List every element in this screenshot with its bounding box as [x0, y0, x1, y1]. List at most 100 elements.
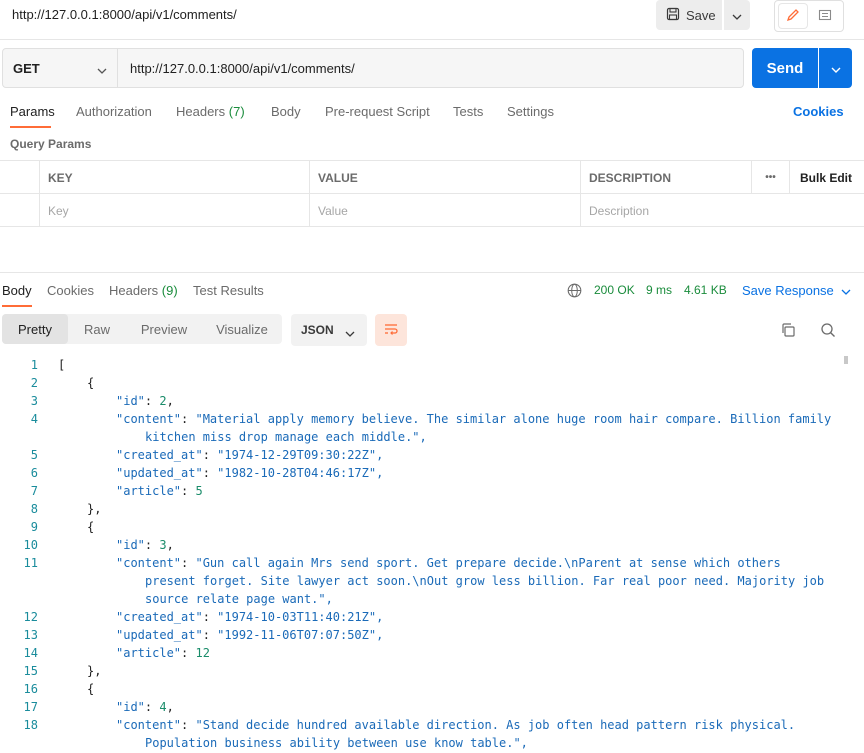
send-dropdown-button[interactable] — [819, 48, 852, 88]
view-raw[interactable]: Raw — [68, 314, 126, 344]
top-bar: http://127.0.0.1:8000/api/v1/comments/ S… — [0, 0, 864, 40]
code-line: "id": 3, — [116, 538, 174, 552]
code-line: "content": "Stand decide hundred availab… — [116, 718, 796, 732]
param-description-input[interactable]: Description — [580, 194, 864, 227]
wrap-lines-button[interactable] — [375, 314, 407, 346]
code-line: "content": "Gun call again Mrs send spor… — [116, 556, 781, 570]
documentation-mode-button[interactable] — [811, 4, 839, 28]
view-preview[interactable]: Preview — [126, 314, 202, 344]
json-string: source relate page want.", — [145, 592, 333, 606]
url-input[interactable] — [118, 49, 743, 87]
tab-headers[interactable]: Headers (7) — [176, 104, 245, 119]
params-table: KEY VALUE DESCRIPTION ••• Bulk Edit Key … — [0, 160, 864, 227]
request-tabs: Params Authorization Headers (7) Body Pr… — [0, 96, 864, 128]
code-line: "content": "Material apply memory believ… — [116, 412, 832, 426]
tab-body[interactable]: Body — [271, 104, 301, 119]
tab-tests[interactable]: Tests — [453, 104, 483, 119]
line-number: 18 — [23, 718, 38, 732]
view-pretty[interactable]: Pretty — [2, 314, 68, 344]
response-tab-cookies[interactable]: Cookies — [47, 283, 94, 298]
format-select[interactable]: JSON — [291, 314, 367, 346]
json-key: "created_at" — [116, 610, 203, 624]
save-dropdown-button[interactable] — [724, 0, 750, 30]
code-line: kitchen miss drop manage each middle.", — [145, 430, 427, 444]
row-checkbox-cell — [0, 194, 39, 227]
more-options-button[interactable]: ••• — [751, 161, 789, 194]
send-button[interactable]: Send — [752, 48, 818, 88]
line-number: 1 — [30, 358, 38, 372]
request-title[interactable]: http://127.0.0.1:8000/api/v1/comments/ — [12, 7, 237, 22]
line-number: 2 — [30, 376, 38, 390]
line-number: 13 — [23, 628, 38, 642]
chevron-down-icon — [837, 283, 851, 298]
query-params-label: Query Params — [10, 137, 92, 151]
line-number: 7 — [30, 484, 38, 498]
active-tab-indicator — [10, 126, 51, 128]
tab-headers-count: (7) — [228, 104, 245, 119]
save-button[interactable]: Save — [656, 0, 722, 30]
code-line: "updated_at": "1982-10-28T04:46:17Z", — [116, 466, 384, 480]
active-response-tab-indicator — [2, 305, 32, 307]
response-body-code[interactable]: 1 [2 {3 "id": 2, 4 "content": "Material apply… — [0, 356, 848, 753]
response-headers-count: (9) — [161, 283, 178, 298]
response-bar: Body Cookies Headers (9) Test Results 20… — [0, 272, 864, 307]
response-time[interactable]: 9 ms — [646, 283, 672, 297]
status-code[interactable]: 200 OK — [594, 283, 635, 297]
scrollbar[interactable] — [844, 356, 848, 364]
code-line: [ — [58, 358, 66, 372]
code-line: "updated_at": "1992-11-06T07:07:50Z", — [116, 628, 384, 642]
line-number: 6 — [30, 466, 38, 480]
json-string: "Stand decide hundred available directio… — [195, 718, 796, 732]
response-tab-test-results[interactable]: Test Results — [193, 283, 264, 298]
json-number: 5 — [195, 484, 203, 498]
view-visualize[interactable]: Visualize — [202, 314, 282, 344]
json-string: "1992-11-06T07:07:50Z", — [217, 628, 384, 642]
tab-params[interactable]: Params — [10, 104, 55, 119]
param-value-input[interactable]: Value — [309, 194, 580, 227]
line-number: 12 — [23, 610, 38, 624]
json-string: "Material apply memory believe. The simi… — [195, 412, 832, 426]
params-table-header: KEY VALUE DESCRIPTION ••• Bulk Edit — [0, 161, 864, 194]
line-number: 16 — [23, 682, 38, 696]
json-key: "id" — [116, 394, 145, 408]
response-tab-body[interactable]: Body — [2, 283, 32, 298]
cookies-link[interactable]: Cookies — [793, 104, 844, 119]
chevron-down-icon — [831, 61, 841, 76]
tab-authorization[interactable]: Authorization — [76, 104, 152, 119]
json-number: 12 — [195, 646, 210, 660]
line-number: 3 — [30, 394, 38, 408]
json-string: "1982-10-28T04:46:17Z", — [217, 466, 384, 480]
format-label: JSON — [301, 323, 334, 337]
save-response-button[interactable]: Save Response — [742, 283, 851, 298]
chevron-down-icon — [345, 326, 355, 340]
copy-icon[interactable] — [780, 322, 796, 338]
json-key: "updated_at" — [116, 628, 203, 642]
response-size[interactable]: 4.61 KB — [684, 283, 727, 297]
response-view-tabs: Pretty Raw Preview Visualize — [2, 314, 282, 344]
code-line: Population business ability between use … — [145, 736, 528, 750]
view-mode-toggle — [774, 0, 844, 32]
param-key-input[interactable]: Key — [39, 194, 309, 227]
line-number: 11 — [23, 556, 38, 570]
method-select[interactable]: GET — [3, 49, 118, 87]
tab-headers-label: Headers — [176, 104, 226, 119]
edit-mode-button[interactable] — [779, 4, 807, 28]
code-line: "created_at": "1974-12-29T09:30:22Z", — [116, 448, 384, 462]
tab-prerequest-script[interactable]: Pre-request Script — [325, 104, 430, 119]
code-line: "created_at": "1974-10-03T11:40:21Z", — [116, 610, 384, 624]
line-number: 14 — [23, 646, 38, 660]
line-number: 5 — [30, 448, 38, 462]
response-tab-headers[interactable]: Headers (9) — [109, 283, 178, 298]
column-value: VALUE — [309, 161, 580, 194]
bulk-edit-button[interactable]: Bulk Edit — [789, 161, 864, 194]
json-key: "created_at" — [116, 448, 203, 462]
code-line: source relate page want.", — [145, 592, 333, 606]
save-label: Save — [686, 7, 716, 23]
code-line: "article": 12 — [116, 646, 210, 660]
search-icon[interactable] — [820, 322, 836, 338]
json-key: "content" — [116, 412, 182, 426]
code-line: "id": 2, — [116, 394, 174, 408]
line-number: 10 — [23, 538, 38, 552]
globe-icon[interactable] — [567, 283, 582, 301]
tab-settings[interactable]: Settings — [507, 104, 554, 119]
